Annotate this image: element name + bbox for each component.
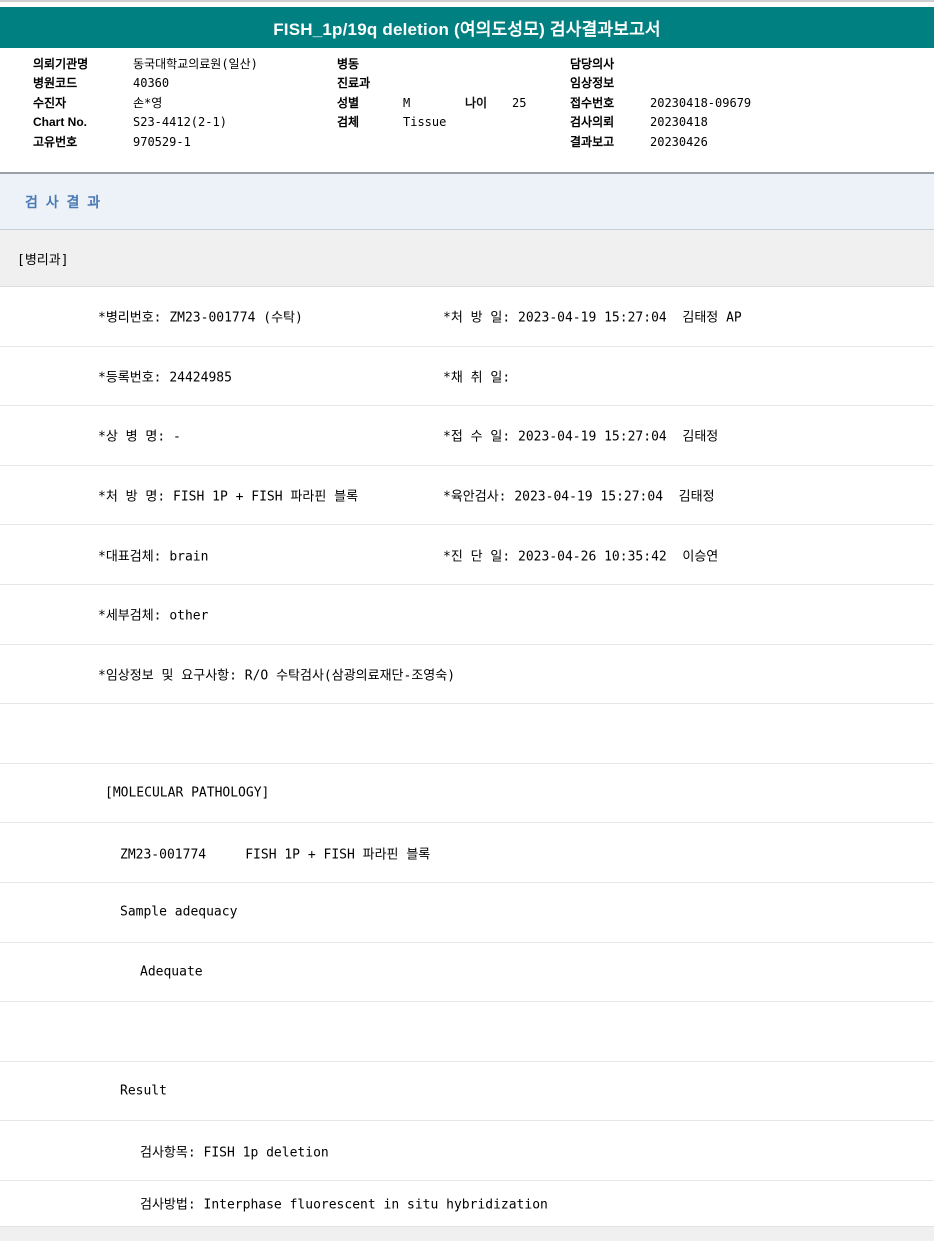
patient-info-column-left: 의뢰기관명 동국대학교의료원(일산) 병원코드 40360 수진자 손*영 Chart…: [33, 57, 258, 154]
info-row: 담당의사: [570, 57, 751, 76]
report-row: ZM23-001774 FISH 1P + FISH 파라핀 블록: [0, 823, 934, 883]
report-row: *등록번호: 24424985 *채 취 일:: [0, 347, 934, 407]
info-row: 진료과: [337, 76, 526, 95]
report-row-left: [MOLECULAR PATHOLOGY]: [105, 785, 270, 801]
info-label: Chart No.: [33, 115, 87, 130]
info-value: 20230426: [650, 134, 708, 149]
info-value: 동국대학교의료원(일산): [133, 57, 258, 71]
info-row: 검체 Tissue: [337, 115, 526, 134]
report-row: 검사방법: Interphase fluorescent in situ hyb…: [0, 1181, 934, 1226]
report-row: *임상정보 및 요구사항: R/O 수탁검사(삼광의료재단-조영숙): [0, 645, 934, 705]
report-row: [0, 704, 934, 764]
report-row-left: *병리번호: ZM23-001774 (수탁): [98, 310, 303, 326]
report-page: { "title": "FISH_1p/19q deletion (여의도성모)…: [0, 0, 934, 1241]
info-row: 성별 M 나이 25: [337, 96, 526, 115]
report-row-right: *채 취 일:: [443, 370, 511, 386]
info-value: M: [403, 95, 411, 110]
report-row-left: Result: [120, 1083, 167, 1099]
report-row-left: Sample adequacy: [120, 904, 238, 920]
report-row-left: Adequate: [140, 964, 203, 980]
info-row: 의뢰기관명 동국대학교의료원(일산): [33, 57, 258, 76]
report-row: *세부검체: other: [0, 585, 934, 645]
info-label: 진료과: [337, 76, 371, 91]
report-row-left: *임상정보 및 요구사항: R/O 수탁검사(삼광의료재단-조영숙): [98, 668, 456, 684]
info-value: 20230418: [650, 115, 708, 130]
info-label: 의뢰기관명: [33, 57, 89, 71]
info-row: 접수번호 20230418-09679: [570, 96, 751, 115]
info-label: 검체: [337, 115, 360, 130]
report-row-left: 검사방법: Interphase fluorescent in situ hyb…: [140, 1197, 548, 1213]
department-band: [병리과]: [0, 229, 934, 287]
info-row: 병동: [337, 57, 526, 76]
info-label: 고유번호: [33, 134, 78, 149]
patient-info: 의뢰기관명 동국대학교의료원(일산) 병원코드 40360 수진자 손*영 Chart…: [0, 48, 934, 172]
report-row-right: *접 수 일: 2023-04-19 15:27:04 김태정: [443, 429, 719, 445]
info-value: S23-4412(2-1): [133, 115, 227, 130]
report-row-right: *처 방 일: 2023-04-19 15:27:04 김태정 AP: [443, 310, 742, 326]
report-title-banner: FISH_1p/19q deletion (여의도성모) 검사결과보고서: [0, 7, 934, 48]
info-label: 결과보고: [570, 134, 615, 149]
info-value: Tissue: [403, 115, 447, 130]
report-row-right: *육안검사: 2023-04-19 15:27:04 김태정: [443, 489, 715, 505]
info-label: 검사의뢰: [570, 115, 615, 130]
patient-info-column-middle: 병동 진료과 성별 M 나이 25 검체 Tissue: [337, 57, 526, 135]
report-row: *병리번호: ZM23-001774 (수탁) *처 방 일: 2023-04-…: [0, 287, 934, 347]
department-label: [병리과]: [17, 252, 69, 268]
info-row: 수진자 손*영: [33, 96, 258, 115]
info-row: 임상정보: [570, 76, 751, 95]
report-title: FISH_1p/19q deletion (여의도성모) 검사결과보고서: [273, 20, 661, 39]
info-value: 20230418-09679: [650, 95, 752, 110]
report-row: [0, 1002, 934, 1062]
report-body: *병리번호: ZM23-001774 (수탁) *처 방 일: 2023-04-…: [0, 287, 934, 1226]
info-value: 손*영: [133, 95, 163, 110]
result-section-title: 검 사 결 과: [25, 193, 103, 210]
report-row: Result: [0, 1062, 934, 1122]
info-value: 970529-1: [133, 134, 191, 149]
bottom-strip: [0, 1225, 934, 1241]
info-row: 병원코드 40360: [33, 76, 258, 95]
report-row: Adequate: [0, 943, 934, 1003]
info-label: 임상정보: [570, 76, 615, 91]
report-row-right: *진 단 일: 2023-04-26 10:35:42 이승연: [443, 549, 719, 565]
report-row-left: *등록번호: 24424985: [98, 370, 232, 386]
info-value: 40360: [133, 76, 170, 91]
report-row-left: *처 방 명: FISH 1P + FISH 파라핀 블록: [98, 489, 359, 505]
report-row: *처 방 명: FISH 1P + FISH 파라핀 블록 *육안검사: 202…: [0, 466, 934, 526]
info-row: 고유번호 970529-1: [33, 135, 258, 154]
top-border-strip: [0, 0, 934, 7]
info-row: Chart No. S23-4412(2-1): [33, 115, 258, 134]
info-label: 수진자: [33, 95, 67, 110]
age-label: 나이: [465, 95, 488, 110]
report-row-left: ZM23-001774 FISH 1P + FISH 파라핀 블록: [120, 847, 431, 863]
info-label: 접수번호: [570, 95, 615, 110]
report-row: 검사항목: FISH 1p deletion: [0, 1121, 934, 1181]
info-label: 병원코드: [33, 76, 78, 91]
report-row-left: *세부검체: other: [98, 608, 209, 624]
report-row: Sample adequacy: [0, 883, 934, 943]
info-label: 성별: [337, 95, 360, 110]
result-section-header: 검 사 결 과: [0, 172, 934, 229]
report-row-left: *상 병 명: -: [98, 429, 181, 445]
age-value: 25: [512, 95, 527, 110]
info-row: 결과보고 20230426: [570, 135, 751, 154]
report-row-left: *대표검체: brain: [98, 549, 209, 565]
report-row: [MOLECULAR PATHOLOGY]: [0, 764, 934, 824]
patient-info-column-right: 담당의사 임상정보 접수번호 20230418-09679 검사의뢰 2023041…: [570, 57, 751, 154]
info-label: 병동: [337, 57, 360, 71]
info-row: 검사의뢰 20230418: [570, 115, 751, 134]
report-row-left: 검사항목: FISH 1p deletion: [140, 1145, 329, 1161]
report-row: *대표검체: brain *진 단 일: 2023-04-26 10:35:42…: [0, 525, 934, 585]
report-row: *상 병 명: - *접 수 일: 2023-04-19 15:27:04 김태…: [0, 406, 934, 466]
info-label: 담당의사: [570, 57, 615, 71]
